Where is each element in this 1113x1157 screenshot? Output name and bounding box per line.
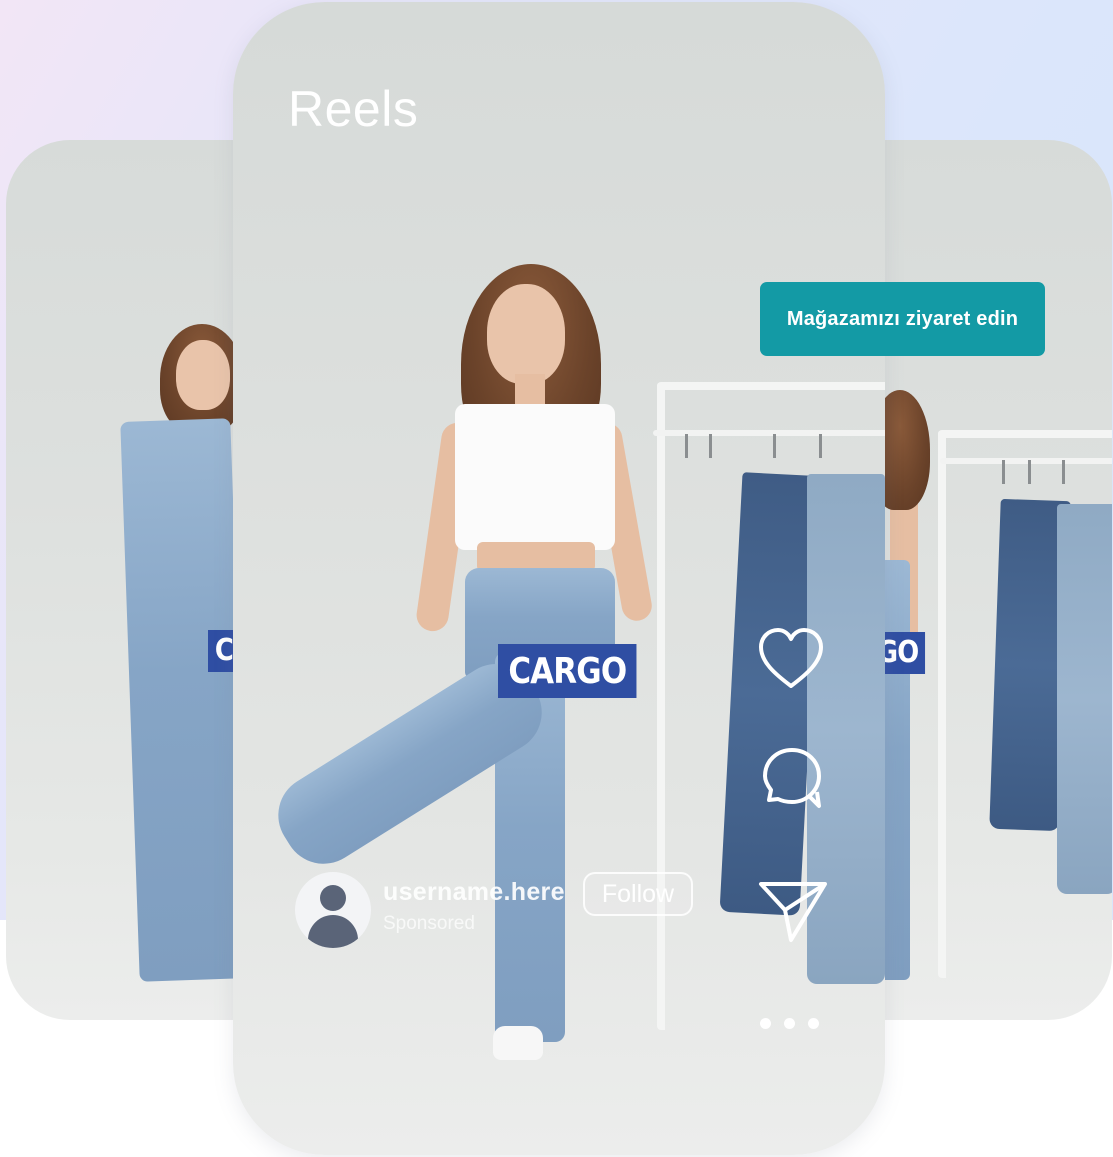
username[interactable]: username.here [383, 878, 565, 907]
heart-icon [759, 628, 823, 688]
comment-button[interactable] [757, 742, 829, 814]
comment-icon [763, 748, 821, 808]
like-button[interactable] [755, 624, 827, 696]
model-figure [233, 2, 885, 1155]
hanging-jeans [1057, 504, 1112, 894]
pagination-dots [760, 1018, 819, 1029]
pagination-dot [808, 1018, 819, 1029]
share-button[interactable] [757, 874, 829, 946]
pagination-dot [760, 1018, 771, 1029]
cargo-label: CARGO [498, 644, 637, 698]
visit-store-button[interactable]: Mağazamızı ziyaret edin [760, 282, 1045, 356]
follow-button[interactable]: Follow [583, 872, 693, 916]
avatar[interactable] [295, 872, 371, 948]
reel-card[interactable]: Reels CARGO username.here Sponsored Foll… [233, 2, 885, 1155]
sponsored-label: Sponsored [383, 913, 475, 934]
send-icon [759, 882, 827, 942]
user-icon [320, 885, 346, 911]
pagination-dot [784, 1018, 795, 1029]
